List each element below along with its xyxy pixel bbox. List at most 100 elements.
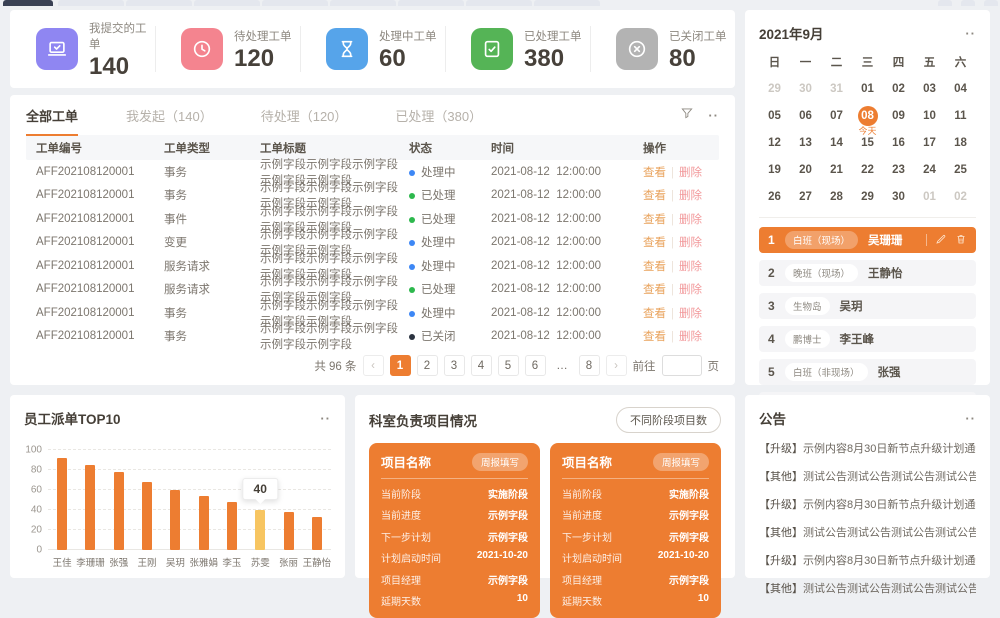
tab-我发起（140）[interactable]: 我发起（140） bbox=[126, 106, 213, 134]
bar[interactable] bbox=[284, 512, 294, 550]
calendar-day[interactable]: 24 bbox=[914, 156, 945, 183]
calendar-day[interactable]: 02 bbox=[945, 183, 976, 210]
view-link[interactable]: 查看 bbox=[643, 167, 666, 179]
bar[interactable] bbox=[199, 496, 209, 550]
calendar-day[interactable]: 28 bbox=[821, 183, 852, 210]
page-button[interactable]: 1 bbox=[390, 355, 411, 376]
view-link[interactable]: 查看 bbox=[643, 237, 666, 249]
bar[interactable] bbox=[85, 465, 95, 550]
more-icon[interactable]: ·· bbox=[320, 412, 331, 425]
filter-icon[interactable] bbox=[680, 106, 694, 125]
calendar-day[interactable]: 10 bbox=[914, 102, 945, 129]
page-button[interactable]: 4 bbox=[471, 355, 492, 376]
calendar-day[interactable]: 22 bbox=[852, 156, 883, 183]
next-page-button[interactable]: › bbox=[606, 355, 627, 376]
delete-link[interactable]: 删除 bbox=[679, 237, 702, 249]
shift-item[interactable]: 4鹏博士李王峰 bbox=[759, 326, 976, 352]
more-icon[interactable]: ·· bbox=[708, 109, 719, 122]
view-link[interactable]: 查看 bbox=[643, 284, 666, 296]
page-button[interactable]: 8 bbox=[579, 355, 600, 376]
browser-tab[interactable] bbox=[3, 0, 53, 6]
bar[interactable] bbox=[57, 458, 67, 550]
calendar-day[interactable]: 12 bbox=[759, 129, 790, 156]
calendar-day[interactable]: 09 bbox=[883, 102, 914, 129]
view-link[interactable]: 查看 bbox=[643, 261, 666, 273]
calendar-day[interactable]: 06 bbox=[790, 102, 821, 129]
goto-page-input[interactable] bbox=[662, 355, 702, 376]
calendar-day[interactable]: 30 bbox=[883, 183, 914, 210]
delete-link[interactable]: 删除 bbox=[679, 167, 702, 179]
shift-item[interactable]: 1白班（现场）吴珊珊 bbox=[759, 227, 976, 253]
page-button[interactable]: 3 bbox=[444, 355, 465, 376]
calendar-day[interactable]: 03 bbox=[914, 75, 945, 102]
calendar-day[interactable]: 11 bbox=[945, 102, 976, 129]
browser-tab[interactable] bbox=[466, 0, 532, 6]
delete-link[interactable]: 删除 bbox=[679, 190, 702, 202]
delete-link[interactable]: 删除 bbox=[679, 284, 702, 296]
page-button[interactable]: 5 bbox=[498, 355, 519, 376]
bar[interactable] bbox=[227, 502, 237, 550]
shift-item[interactable]: 2晚班（现场）王静怡 bbox=[759, 260, 976, 286]
page-button[interactable]: 2 bbox=[417, 355, 438, 376]
calendar-day[interactable]: 14 bbox=[821, 129, 852, 156]
bar[interactable] bbox=[312, 517, 322, 550]
calendar-day[interactable]: 21 bbox=[821, 156, 852, 183]
page-button[interactable]: 6 bbox=[525, 355, 546, 376]
browser-tab[interactable] bbox=[938, 0, 952, 6]
tab-已处理（380）[interactable]: 已处理（380） bbox=[395, 106, 482, 134]
browser-tab[interactable] bbox=[398, 0, 464, 6]
announcement-item[interactable]: 【升级】示例内容8月30日新节点升级计划通知 bbox=[759, 440, 976, 456]
calendar-day[interactable]: 04 bbox=[945, 75, 976, 102]
shift-item[interactable]: 3生物岛吴玥 bbox=[759, 293, 976, 319]
browser-tab[interactable] bbox=[961, 0, 975, 6]
browser-tab[interactable] bbox=[126, 0, 192, 6]
shift-item[interactable]: 5白班（非现场）张强 bbox=[759, 359, 976, 385]
calendar-day[interactable]: 20 bbox=[790, 156, 821, 183]
calendar-day[interactable]: 31 bbox=[821, 75, 852, 102]
calendar-day[interactable]: 08今天 bbox=[852, 102, 883, 129]
view-link[interactable]: 查看 bbox=[643, 308, 666, 320]
delete-link[interactable]: 删除 bbox=[679, 331, 702, 343]
more-icon[interactable]: ·· bbox=[965, 27, 976, 40]
calendar-day[interactable]: 05 bbox=[759, 102, 790, 129]
calendar-day[interactable]: 23 bbox=[883, 156, 914, 183]
stage-count-button[interactable]: 不同阶段项目数 bbox=[616, 407, 721, 433]
weekly-report-badge[interactable]: 周报填写 bbox=[472, 453, 528, 471]
calendar-day[interactable]: 29 bbox=[852, 183, 883, 210]
browser-tab[interactable] bbox=[262, 0, 328, 6]
calendar-day[interactable]: 29 bbox=[759, 75, 790, 102]
calendar-day[interactable]: 02 bbox=[883, 75, 914, 102]
calendar-day[interactable]: 15 bbox=[852, 129, 883, 156]
calendar-day[interactable]: 01 bbox=[852, 75, 883, 102]
bar[interactable] bbox=[114, 472, 124, 550]
browser-tab[interactable] bbox=[58, 0, 124, 6]
calendar-day[interactable]: 19 bbox=[759, 156, 790, 183]
edit-icon[interactable] bbox=[935, 233, 947, 248]
tab-待处理（120）[interactable]: 待处理（120） bbox=[261, 106, 348, 134]
calendar-day[interactable]: 13 bbox=[790, 129, 821, 156]
browser-tab[interactable] bbox=[330, 0, 396, 6]
calendar-day[interactable]: 25 bbox=[945, 156, 976, 183]
view-link[interactable]: 查看 bbox=[643, 190, 666, 202]
announcement-item[interactable]: 【升级】示例内容8月30日新节点升级计划通知 bbox=[759, 552, 976, 568]
delete-link[interactable]: 删除 bbox=[679, 261, 702, 273]
delete-link[interactable]: 删除 bbox=[679, 214, 702, 226]
bar[interactable] bbox=[142, 482, 152, 550]
calendar-day[interactable]: 30 bbox=[790, 75, 821, 102]
view-link[interactable]: 查看 bbox=[643, 214, 666, 226]
browser-tab[interactable] bbox=[984, 0, 998, 6]
calendar-day[interactable]: 27 bbox=[790, 183, 821, 210]
calendar-day[interactable]: 17 bbox=[914, 129, 945, 156]
calendar-day[interactable]: 18 bbox=[945, 129, 976, 156]
delete-icon[interactable] bbox=[955, 233, 967, 248]
calendar-day[interactable]: 07 bbox=[821, 102, 852, 129]
calendar-day[interactable]: 26 bbox=[759, 183, 790, 210]
announcement-item[interactable]: 【其他】测试公告测试公告测试公告测试公告测试公告 bbox=[759, 468, 976, 484]
browser-tab[interactable] bbox=[194, 0, 260, 6]
bar[interactable] bbox=[255, 510, 265, 550]
announcement-item[interactable]: 【其他】测试公告测试公告测试公告测试公告测试公告 bbox=[759, 580, 976, 596]
announcement-item[interactable]: 【升级】示例内容8月30日新节点升级计划通知 bbox=[759, 496, 976, 512]
tab-全部工单[interactable]: 全部工单 bbox=[26, 106, 78, 136]
delete-link[interactable]: 删除 bbox=[679, 308, 702, 320]
weekly-report-badge[interactable]: 周报填写 bbox=[653, 453, 709, 471]
